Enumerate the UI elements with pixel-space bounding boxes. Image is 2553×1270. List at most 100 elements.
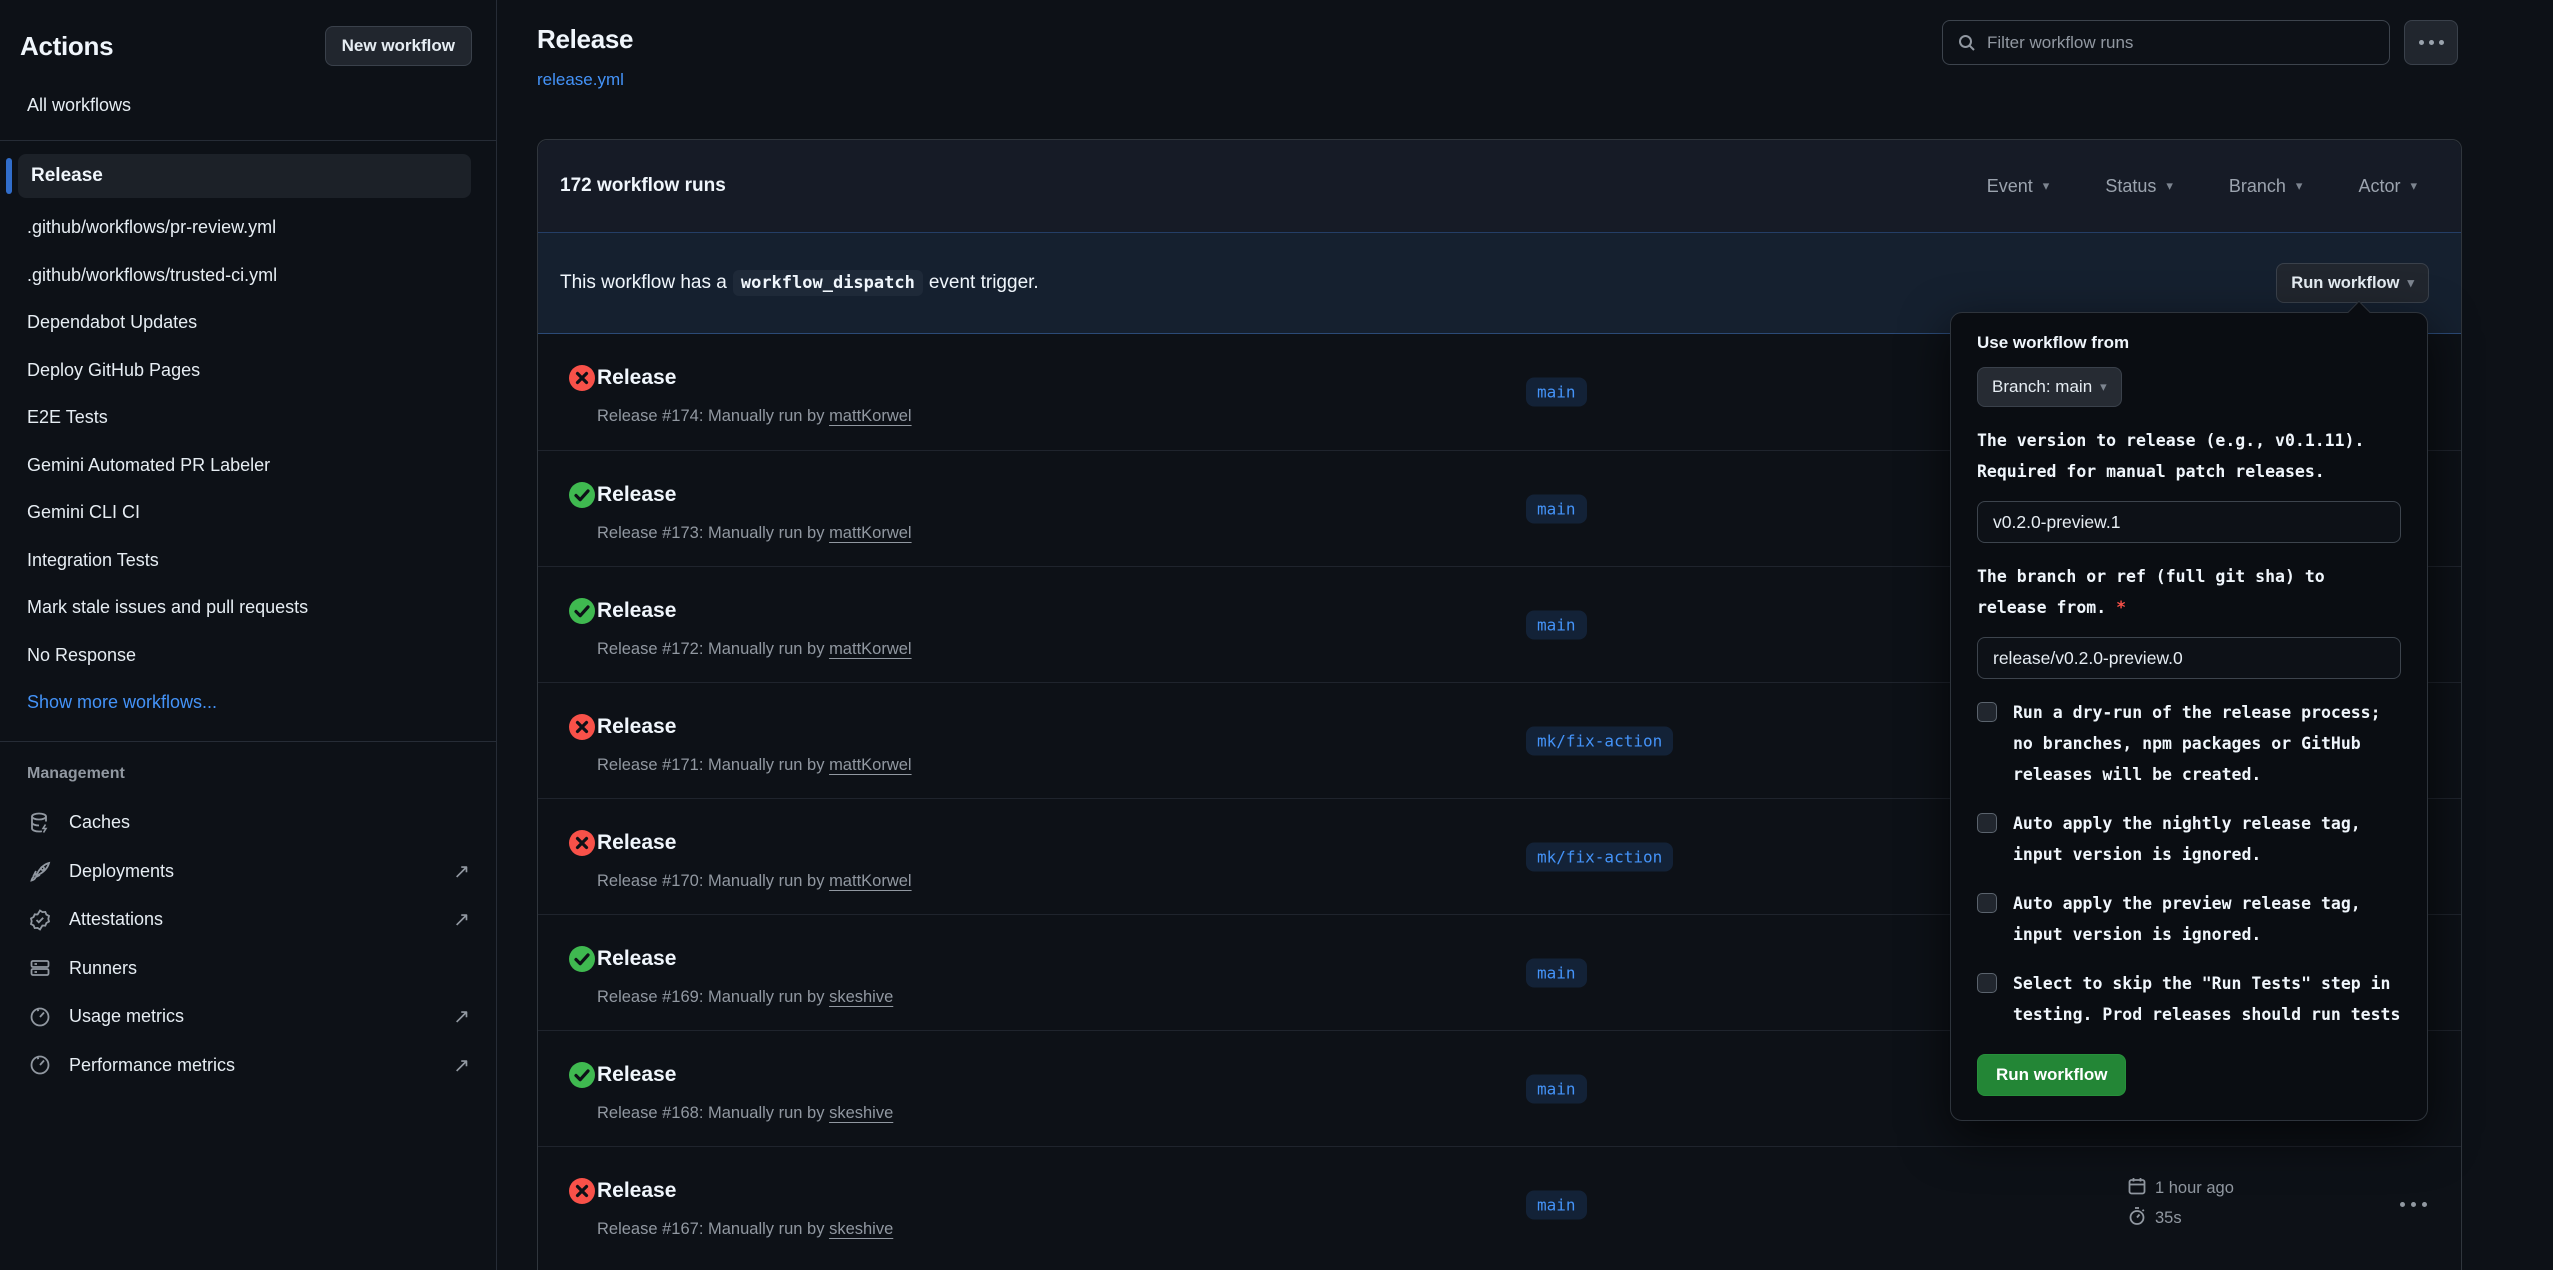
panel-heading: Use workflow from (1977, 333, 2401, 353)
sidebar-item-release-selected[interactable]: Release (18, 154, 471, 198)
filter-branch[interactable]: Branch▾ (2229, 176, 2303, 197)
branch-badge[interactable]: main (1526, 610, 1587, 639)
sidebar-item-attestations[interactable]: Attestations ↗ (0, 896, 496, 945)
verified-icon (27, 907, 53, 933)
branch-badge[interactable]: mk/fix-action (1526, 726, 1673, 755)
chevron-down-icon: ▾ (2100, 379, 2107, 395)
filter-event[interactable]: Event▾ (1987, 176, 2050, 197)
panel-checkbox-row-1: Auto apply the nightly release tag, inpu… (1977, 808, 2401, 870)
sidebar-item-workflow-2[interactable]: Dependabot Updates (0, 299, 496, 347)
sidebar-item-performance-metrics[interactable]: Performance metrics↗ (0, 1041, 496, 1090)
checkbox[interactable] (1977, 813, 1997, 833)
sidebar-item-workflow-6[interactable]: Gemini CLI CI (0, 489, 496, 537)
show-more-workflows-link[interactable]: Show more workflows... (0, 679, 496, 727)
branch-badge[interactable]: main (1526, 1074, 1587, 1103)
failure-x-icon (567, 828, 597, 858)
branch-badge[interactable]: main (1526, 378, 1587, 407)
sidebar-item-runners[interactable]: Runners (0, 944, 496, 993)
sidebar-item-deployments[interactable]: Deployments↗ (0, 847, 496, 896)
run-title-link[interactable]: Release (597, 1060, 676, 1090)
run-subtitle: Release #171: Manually run by mattKorwel (597, 753, 912, 777)
run-subtitle: Release #169: Manually run by skeshive (597, 985, 893, 1009)
sidebar-item-label: Caches (69, 812, 130, 833)
success-check-icon (567, 480, 597, 510)
filter-status[interactable]: Status▾ (2105, 176, 2173, 197)
sidebar-item-label: Runners (69, 958, 137, 979)
chevron-down-icon: ▾ (2043, 178, 2050, 194)
rocket-icon (27, 858, 53, 884)
checkbox-label[interactable]: Auto apply the nightly release tag, inpu… (2013, 808, 2401, 870)
sidebar-item-workflow-3[interactable]: Deploy GitHub Pages (0, 347, 496, 395)
page-title: Release (537, 24, 633, 55)
sidebar-item-workflow-8[interactable]: Mark stale issues and pull requests (0, 584, 496, 632)
run-subtitle: Release #172: Manually run by mattKorwel (597, 637, 912, 661)
chevron-down-icon: ▾ (2410, 178, 2417, 194)
actor-link[interactable]: mattKorwel (829, 872, 912, 890)
external-link-icon: ↗ (453, 907, 470, 932)
checkbox[interactable] (1977, 893, 1997, 913)
filter-runs-searchbox[interactable] (1942, 20, 2390, 65)
new-workflow-button[interactable]: New workflow (325, 26, 472, 66)
checkbox[interactable] (1977, 973, 1997, 993)
run-title-link[interactable]: Release (597, 944, 676, 974)
actor-link[interactable]: skeshive (829, 1104, 893, 1122)
sidebar-item-workflow-5[interactable]: Gemini Automated PR Labeler (0, 442, 496, 490)
branch-selector-button[interactable]: Branch: main ▾ (1977, 367, 2122, 407)
actor-link[interactable]: skeshive (829, 1220, 893, 1238)
sidebar-item-workflow-1[interactable]: .github/workflows/trusted-ci.yml (0, 252, 496, 300)
ref-input[interactable] (1977, 637, 2401, 679)
sidebar-item-all-workflows[interactable]: All workflows (0, 84, 496, 126)
actor-link[interactable]: mattKorwel (829, 756, 912, 774)
sidebar-item-workflow-9[interactable]: No Response (0, 632, 496, 680)
runs-count: 172 workflow runs (560, 175, 726, 197)
sidebar-item-label: Release (31, 165, 103, 187)
sidebar-divider (0, 140, 496, 141)
checkbox-label[interactable]: Run a dry-run of the release process; no… (2013, 697, 2401, 790)
branch-badge[interactable]: main (1526, 494, 1587, 523)
actor-link[interactable]: mattKorwel (829, 407, 912, 425)
run-workflow-panel: Use workflow from Branch: main ▾ The ver… (1950, 312, 2428, 1121)
run-meta: 1 hour ago35s (2127, 1173, 2234, 1233)
checkbox[interactable] (1977, 702, 1997, 722)
branch-badge[interactable]: mk/fix-action (1526, 842, 1673, 871)
sidebar-item-workflow-7[interactable]: Integration Tests (0, 537, 496, 585)
sidebar-title: Actions (20, 31, 113, 62)
run-workflow-dropdown-button[interactable]: Run workflow ▾ (2276, 263, 2429, 303)
checkbox-label[interactable]: Select to skip the "Run Tests" step in t… (2013, 968, 2401, 1030)
search-input[interactable] (1987, 33, 2375, 53)
management-list: Caches Deployments↗ Attestations ↗ Runners Us… (0, 799, 496, 1090)
run-title-link[interactable]: Release (597, 828, 676, 858)
workflow-options-kebab-button[interactable] (2404, 20, 2458, 65)
sidebar-item-usage-metrics[interactable]: Usage metrics↗ (0, 993, 496, 1042)
search-icon (1957, 33, 1977, 53)
workflow-file-link[interactable]: release.yml (537, 70, 624, 90)
branch-badge[interactable]: main (1526, 958, 1587, 987)
run-workflow-submit-button[interactable]: Run workflow (1977, 1054, 2126, 1096)
main-content: Release release.yml 172 workflow runs Ev… (497, 0, 2553, 1270)
checkbox-label[interactable]: Auto apply the preview release tag, inpu… (2013, 888, 2401, 950)
sidebar-item-caches[interactable]: Caches (0, 799, 496, 848)
calendar-icon (2127, 1176, 2147, 1201)
actor-link[interactable]: skeshive (829, 988, 893, 1006)
sidebar-item-label: Attestations (69, 909, 163, 930)
success-check-icon (567, 1060, 597, 1090)
failure-x-icon (567, 363, 597, 393)
run-title-link[interactable]: Release (597, 480, 676, 510)
version-input[interactable] (1977, 501, 2401, 543)
run-title-link[interactable]: Release (597, 363, 676, 393)
run-title-link[interactable]: Release (597, 1176, 676, 1206)
sidebar-item-workflow-4[interactable]: E2E Tests (0, 394, 496, 442)
panel-checkbox-row-3: Select to skip the "Run Tests" step in t… (1977, 968, 2401, 1030)
branch-badge[interactable]: main (1526, 1190, 1587, 1219)
filter-actor[interactable]: Actor▾ (2358, 176, 2417, 197)
run-options-kebab-button[interactable] (2391, 1188, 2435, 1222)
run-title-link[interactable]: Release (597, 596, 676, 626)
actor-link[interactable]: mattKorwel (829, 640, 912, 658)
run-title-link[interactable]: Release (597, 712, 676, 742)
sidebar-item-workflow-0[interactable]: .github/workflows/pr-review.yml (0, 204, 496, 252)
runs-list-header: 172 workflow runs Event▾ Status▾ Branch▾ Ac… (538, 140, 2461, 232)
failure-x-icon (567, 1176, 597, 1206)
success-check-icon (567, 596, 597, 626)
chevron-down-icon: ▾ (2166, 178, 2173, 194)
actor-link[interactable]: mattKorwel (829, 524, 912, 542)
